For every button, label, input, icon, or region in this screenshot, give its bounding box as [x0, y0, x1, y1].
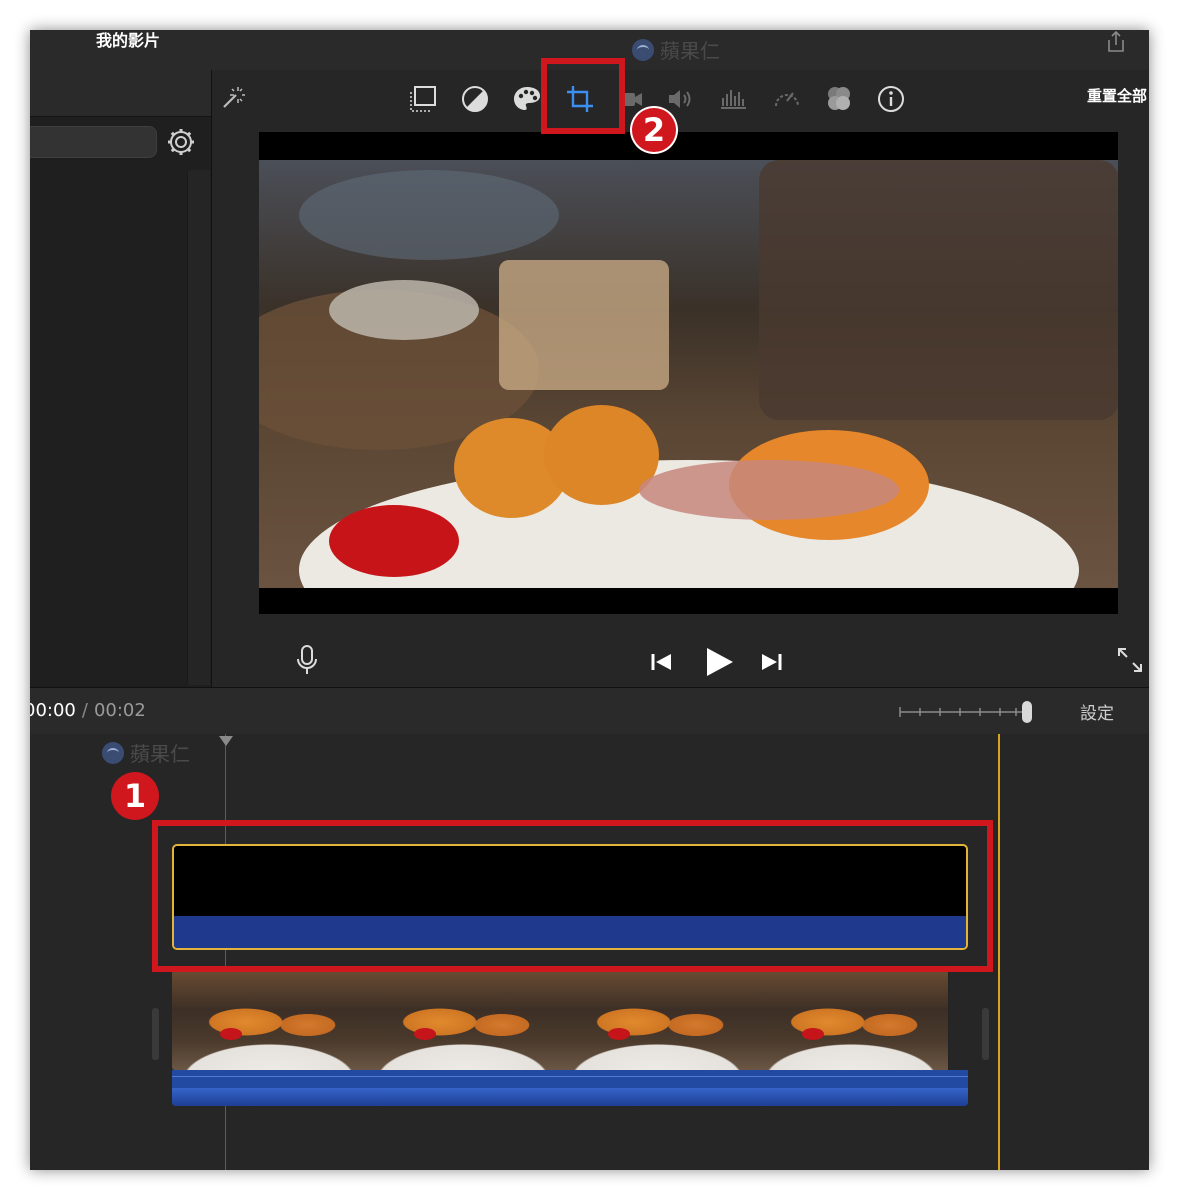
equalizer-icon[interactable] [719, 84, 749, 114]
playback-controls [212, 630, 1149, 680]
speed-icon[interactable] [772, 84, 802, 114]
current-time: 00:00 [30, 700, 76, 721]
crop-highlight-box [541, 58, 625, 134]
project-title: 我的影片 [96, 31, 161, 50]
fullscreen-icon[interactable] [1116, 646, 1144, 678]
watermark: 蘋果仁 [632, 35, 720, 64]
color-balance-icon[interactable] [460, 84, 490, 114]
video-preview [259, 132, 1118, 614]
crop-fit-icon[interactable] [408, 84, 438, 114]
browser-header [30, 70, 211, 117]
skip-back-icon[interactable] [650, 652, 674, 676]
timecode: 00:00/00:02 [30, 700, 146, 721]
watermark-text: 蘋果仁 [660, 39, 720, 63]
clip-thumbnail [172, 970, 367, 1070]
preview-frame [259, 160, 1118, 588]
clip-trim-handle-left[interactable] [152, 1008, 159, 1060]
gear-icon[interactable] [166, 127, 196, 161]
clip-thumbnail [754, 970, 949, 1070]
clip-thumbnail [366, 970, 561, 1070]
adjustments-toolbar: 重置全部 [212, 70, 1149, 126]
skip-forward-icon[interactable] [759, 652, 783, 676]
video-clip[interactable] [172, 970, 968, 1070]
volume-icon[interactable] [666, 84, 696, 114]
info-icon[interactable] [876, 84, 906, 114]
step-1-badge: 1 [111, 772, 159, 820]
browser-panel [30, 70, 212, 687]
settings-button[interactable]: 設定 [1080, 699, 1114, 724]
overlay-icon[interactable] [824, 84, 854, 114]
project-end-marker [998, 734, 1000, 1170]
timeline-header: 00:00/00:02 設定 [30, 687, 1149, 735]
magic-wand-icon[interactable] [217, 84, 247, 114]
browser-scrollbar[interactable] [187, 170, 210, 685]
palette-icon[interactable] [512, 84, 542, 114]
watermark-logo-icon [632, 38, 654, 61]
clip-thumbnail [560, 970, 755, 1070]
timeline-watermark: 蘋果仁 [102, 738, 190, 767]
viewer-panel: 重置全部 [212, 70, 1149, 687]
watermark-logo-icon [102, 741, 124, 764]
title-clip-highlight-box [152, 820, 993, 972]
reset-all-button[interactable]: 重置全部 [1087, 85, 1147, 106]
play-icon[interactable] [703, 646, 735, 682]
step-2-badge: 2 [630, 106, 678, 154]
clip-audio-waveform[interactable] [172, 1070, 968, 1106]
playhead-marker[interactable] [219, 736, 233, 746]
zoom-slider[interactable] [898, 700, 1038, 728]
clip-trim-handle-right[interactable] [982, 1008, 989, 1060]
watermark-text: 蘋果仁 [130, 742, 190, 766]
time-separator: / [81, 700, 88, 721]
search-input[interactable] [30, 126, 157, 158]
imovie-window: 我的影片 蘋果仁 重置全部 0:00 / 00:02 設定 蘋果仁 [30, 30, 1149, 1170]
duration: 00:02 [93, 700, 146, 721]
share-icon[interactable] [1105, 30, 1127, 58]
microphone-icon[interactable] [296, 644, 318, 680]
